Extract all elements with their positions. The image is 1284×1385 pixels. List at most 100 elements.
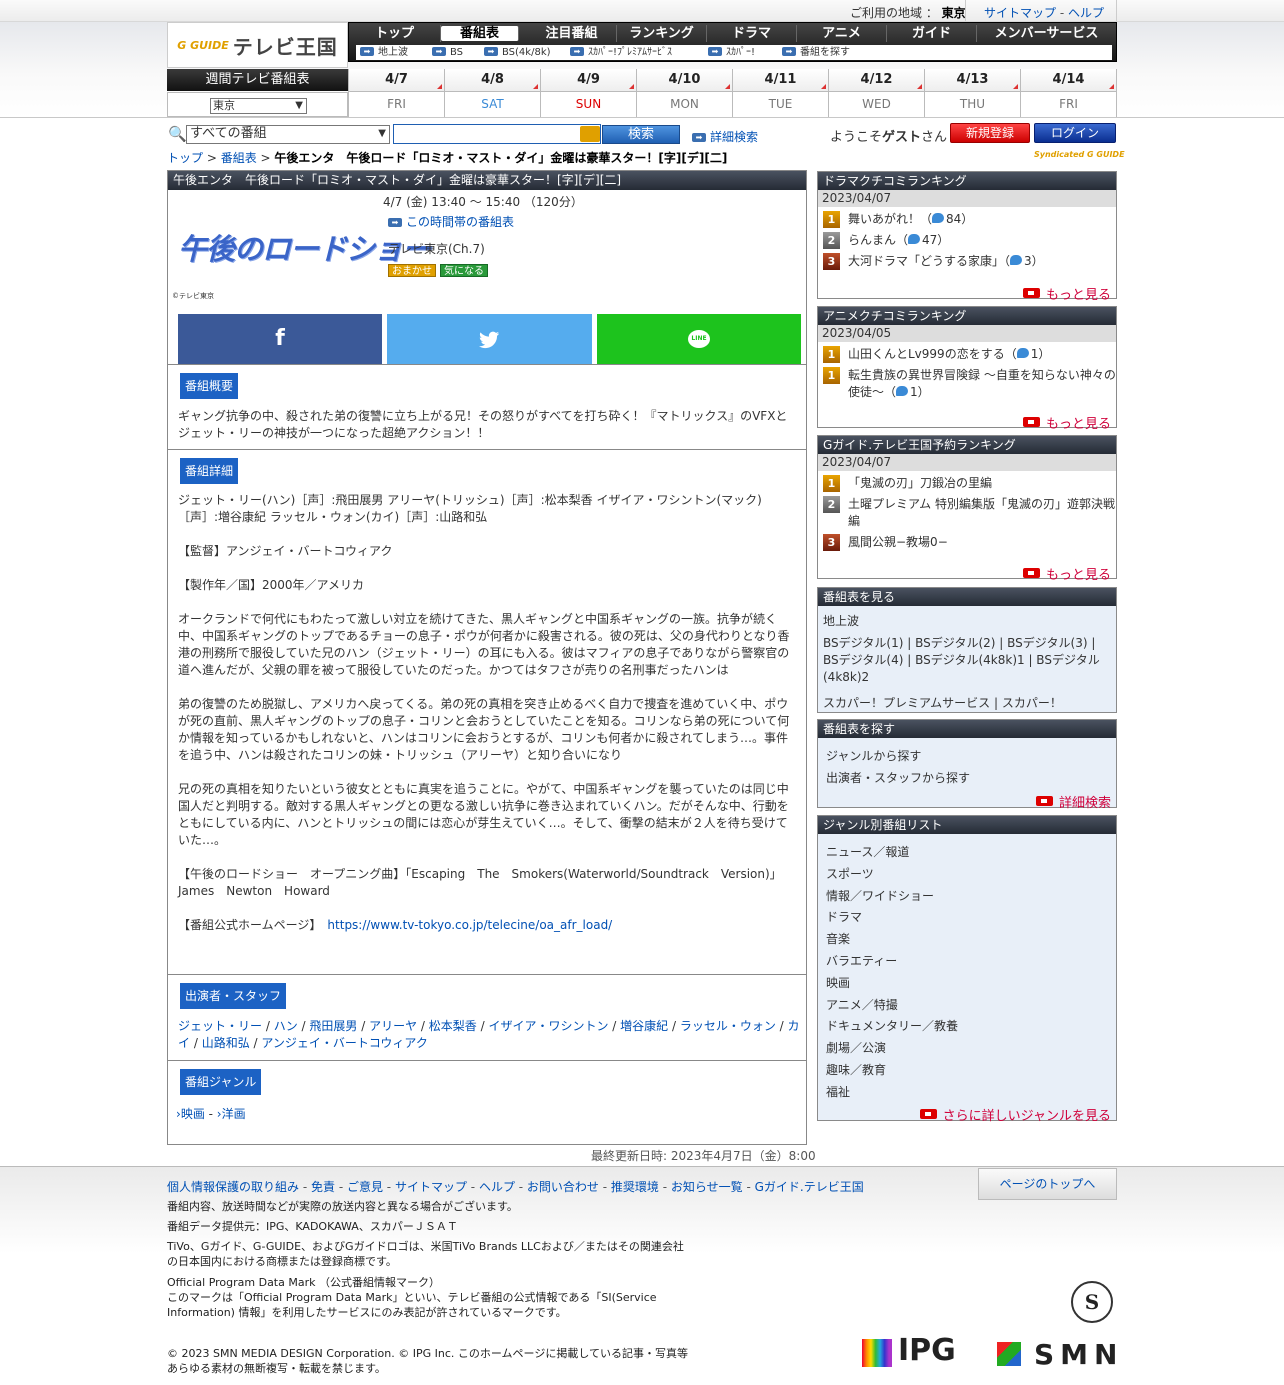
sky-links[interactable]: スカパー！プレミアムサービス | スカパー！ <box>823 694 1062 711</box>
nav-top[interactable]: トップ <box>349 25 441 42</box>
arrow-icon: ➡ <box>708 47 722 56</box>
footer-link[interactable]: お問い合わせ <box>527 1180 599 1194</box>
kininaru-badge[interactable]: 気になる <box>440 264 488 277</box>
find-by-cast[interactable]: 出演者・スタッフから探す <box>826 769 970 786</box>
bs-links[interactable]: BSデジタル(1) | BSデジタル(2) | BSデジタル(3) | BSデジ… <box>823 635 1108 686</box>
twitter-share-button[interactable] <box>387 314 592 364</box>
comment-icon <box>1016 348 1029 358</box>
ranking-item[interactable]: 3 大河ドラマ「どうする家康」（ 3） <box>818 253 1116 270</box>
date-cell[interactable]: 4/9 SUN <box>541 69 637 117</box>
nav-drama[interactable]: ドラマ <box>707 25 797 42</box>
site-logo[interactable]: G GUIDE テレビ王国 <box>167 22 348 68</box>
ranking-title: 山田くんとLv999の恋をする（ <box>848 347 1017 361</box>
terrestrial-link[interactable]: 地上波 <box>823 612 859 629</box>
breadcrumb-top[interactable]: トップ <box>167 151 203 165</box>
genre-section: 番組ジャンル ›映画 - ›洋画 <box>168 1060 806 1144</box>
drama-more-link[interactable]: もっと見る <box>1022 284 1111 303</box>
genre-item[interactable]: スポーツ <box>826 864 1116 886</box>
page-top-button[interactable]: ページのトップへ <box>978 1168 1117 1200</box>
omakase-badge[interactable]: おまかせ <box>388 264 436 277</box>
genre-item[interactable]: 音楽 <box>826 929 1116 951</box>
genre-western-link[interactable]: 洋画 <box>222 1107 246 1121</box>
footer-link[interactable]: 推奨環境 <box>611 1180 659 1194</box>
genre-item[interactable]: 映画 <box>826 973 1116 995</box>
date-cell[interactable]: 4/14 FRI <box>1021 69 1117 117</box>
cast-link[interactable]: イザイア・ワシントン <box>488 1019 608 1033</box>
cast-link[interactable]: ジェット・リー <box>178 1019 262 1033</box>
date-cell[interactable]: 4/7 FRI <box>349 69 445 117</box>
nav-featured[interactable]: 注目番組 <box>527 25 617 42</box>
arrow-icon <box>919 1109 937 1119</box>
timeslot-link[interactable]: ➡ この時間帯の番組表 <box>388 213 514 230</box>
ranking-item[interactable]: 3 風間公親−教場0− <box>818 534 1116 551</box>
date-cell[interactable]: 4/8 SAT <box>445 69 541 117</box>
subnav-skyperfect[interactable]: ➡ ｽｶﾊﾟｰ! <box>708 45 755 60</box>
cast-link[interactable]: アンジェイ・バートコウィアク <box>261 1036 427 1050</box>
find-by-genre[interactable]: ジャンルから探す <box>826 747 921 764</box>
nav-anime[interactable]: アニメ <box>797 25 887 42</box>
category-select[interactable]: すべての番組 ▼ <box>186 125 390 144</box>
nav-member[interactable]: メンバーサービス <box>977 25 1116 42</box>
genre-item[interactable]: バラエティー <box>826 951 1116 973</box>
ranking-item[interactable]: 1 舞いあがれ！（ 84） <box>818 211 1116 228</box>
subnav-find[interactable]: ➡ 番組を探す <box>782 45 850 60</box>
genre-movie-link[interactable]: 映画 <box>181 1107 205 1121</box>
genre-item[interactable]: アニメ／特撮 <box>826 995 1116 1017</box>
date-cell[interactable]: 4/12 WED <box>829 69 925 117</box>
detail-search-link[interactable]: ➡ 詳細検索 <box>692 128 758 145</box>
cast-link[interactable]: 増谷康紀 <box>620 1019 668 1033</box>
ranking-item[interactable]: 1 山田くんとLv999の恋をする（ 1） <box>818 346 1116 363</box>
footer-link[interactable]: Gガイド.テレビ王国 <box>755 1180 864 1194</box>
genre-item[interactable]: 趣味／教育 <box>826 1060 1116 1082</box>
ranking-item[interactable]: 1 「鬼滅の刃」刀鍛冶の里編 <box>818 475 1116 492</box>
cast-link[interactable]: ラッセル・ウォン <box>680 1019 776 1033</box>
footer-link[interactable]: お知らせ一覧 <box>671 1180 743 1194</box>
genre-more-link[interactable]: さらに詳しいジャンルを見る <box>919 1105 1111 1124</box>
sitemap-link[interactable]: サイトマップ <box>984 6 1056 20</box>
subnav-skyperfect-premium[interactable]: ➡ ｽｶﾊﾟｰ!ﾌﾟﾚﾐｱﾑｻｰﾋﾞｽ <box>570 45 672 60</box>
breadcrumb-schedule[interactable]: 番組表 <box>221 151 257 165</box>
help-link[interactable]: ヘルプ <box>1068 6 1104 20</box>
register-button[interactable]: 新規登録 <box>950 123 1030 143</box>
genre-item[interactable]: 劇場／公演 <box>826 1038 1116 1060</box>
search-input[interactable] <box>393 124 601 144</box>
ranking-item[interactable]: 2 らんまん（ 47） <box>818 232 1116 249</box>
region-select[interactable]: 東京 ▼ <box>210 98 307 114</box>
genre-item[interactable]: ドキュメンタリー／教養 <box>826 1016 1116 1038</box>
cast-link[interactable]: 山路和弘 <box>202 1036 250 1050</box>
line-share-button[interactable]: LINE <box>597 314 801 364</box>
genre-item[interactable]: ドラマ <box>826 907 1116 929</box>
footer-link[interactable]: サイトマップ <box>395 1180 467 1194</box>
ranking-item[interactable]: 1 転生貴族の異世界冒険録 ～自重を知らない神々の使徒～（ 1） <box>818 367 1116 401</box>
homepage-link[interactable]: https://www.tv-tokyo.co.jp/telecine/oa_a… <box>327 918 612 932</box>
genre-item[interactable]: ニュース／報道 <box>826 842 1116 864</box>
genre-item[interactable]: 情報／ワイドショー <box>826 886 1116 908</box>
cast-link[interactable]: アリーヤ <box>369 1019 417 1033</box>
nav-ranking[interactable]: ランキング <box>617 25 707 42</box>
cast-heading: 出演者・スタッフ <box>180 983 287 1009</box>
search-button[interactable]: 検索 <box>602 125 680 144</box>
date-cell[interactable]: 4/10 MON <box>637 69 733 117</box>
cast-link[interactable]: 飛田展男 <box>309 1019 357 1033</box>
nav-guide[interactable]: ガイド <box>887 25 977 42</box>
date-cell[interactable]: 4/11 TUE <box>733 69 829 117</box>
find-detail-link[interactable]: 詳細検索 <box>1035 792 1111 811</box>
facebook-share-button[interactable]: f <box>178 314 382 364</box>
footer-note-3: TiVo、Gガイド、G-GUIDE、およびGガイドロゴは、米国TiVo Bran… <box>167 1240 684 1268</box>
ranking-item[interactable]: 2 土曜プレミアム 特別編集版「鬼滅の刃」遊郭決戦編 <box>818 496 1116 530</box>
subnav-bs[interactable]: ➡ BS <box>432 45 463 60</box>
genre-item[interactable]: 福祉 <box>826 1082 1116 1104</box>
reserve-more-link[interactable]: もっと見る <box>1022 564 1111 583</box>
footer-link[interactable]: 免責 <box>311 1180 335 1194</box>
login-button[interactable]: ログイン <box>1034 123 1116 143</box>
anime-more-link[interactable]: もっと見る <box>1022 413 1111 432</box>
subnav-terrestrial[interactable]: ➡ 地上波 <box>360 45 408 60</box>
footer-link[interactable]: ご意見 <box>347 1180 383 1194</box>
footer-link[interactable]: 個人情報保護の取り組み <box>167 1180 299 1194</box>
footer-link[interactable]: ヘルプ <box>479 1180 515 1194</box>
subnav-bs4k[interactable]: ➡ BS(4k/8k) <box>484 45 551 60</box>
date-cell[interactable]: 4/13 THU <box>925 69 1021 117</box>
cast-link[interactable]: ハン <box>274 1019 298 1033</box>
cast-link[interactable]: 松本梨香 <box>429 1019 477 1033</box>
nav-schedule[interactable]: 番組表 <box>441 26 519 41</box>
